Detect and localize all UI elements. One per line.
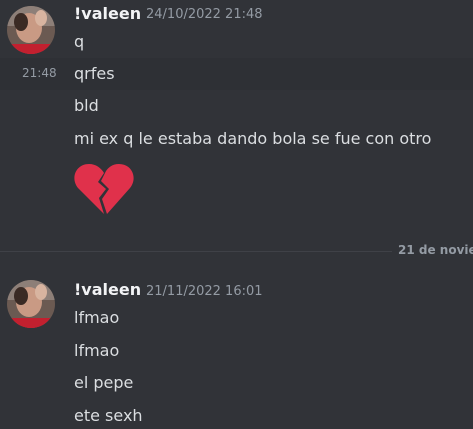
message-hover-row [0, 58, 473, 90]
user-avatar[interactable] [7, 280, 55, 328]
message-text: qrfes [74, 64, 115, 83]
message-text: lfmao [74, 308, 120, 327]
message-text: mi ex q le estaba dando bola se fue con … [74, 129, 432, 148]
user-avatar[interactable] [7, 6, 55, 54]
date-divider-label: 21 de noviem [398, 243, 473, 257]
message-timestamp: 24/10/2022 21:48 [146, 7, 263, 22]
message-hover-time: 21:48 [22, 66, 57, 80]
broken-heart-icon [74, 164, 134, 214]
message-author[interactable]: !valeen [74, 4, 141, 23]
message-text: bld [74, 96, 99, 115]
message-text: el pepe [74, 373, 134, 392]
avatar-photo [7, 6, 55, 54]
message-author[interactable]: !valeen [74, 280, 141, 299]
message-text: lfmao [74, 341, 120, 360]
avatar-photo [7, 280, 55, 328]
message-text: ete sexh [74, 406, 143, 425]
message-text: q [74, 32, 85, 51]
message-timestamp: 21/11/2022 16:01 [146, 284, 263, 299]
date-divider-line [0, 251, 392, 252]
